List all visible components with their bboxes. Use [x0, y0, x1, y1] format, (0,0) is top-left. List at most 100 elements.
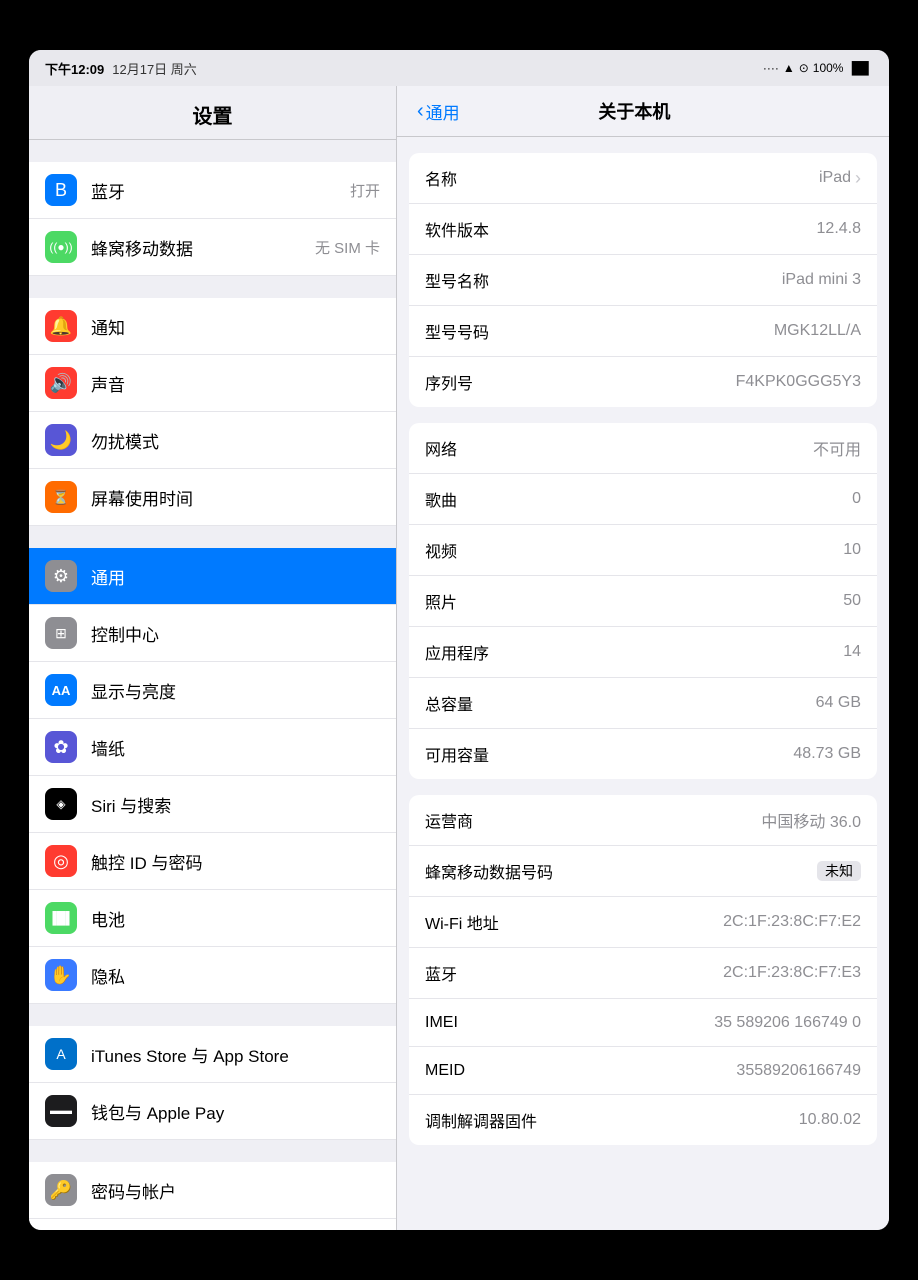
dnd-icon: 🌙 — [45, 424, 77, 456]
divider — [29, 1004, 396, 1026]
sidebar-item-dnd[interactable]: 🌙 勿扰模式 — [29, 412, 396, 469]
capacity-label: 总容量 — [425, 691, 473, 715]
apps-value: 14 — [843, 643, 861, 661]
sidebar-item-cellular[interactable]: ((●)) 蜂窝移动数据 无 SIM 卡 — [29, 219, 396, 276]
passwords-icon: 🔑 — [45, 1174, 77, 1206]
status-time: 下午12:09 — [45, 59, 104, 78]
modem-label: 调制解调器固件 — [425, 1108, 537, 1132]
back-button[interactable]: ‹ 通用 — [417, 99, 460, 124]
detail-section-storage: 网络 不可用 歌曲 0 视频 10 照片 50 应用程序 14 — [409, 423, 877, 779]
imei-label: IMEI — [425, 1014, 458, 1032]
detail-row-photos: 照片 50 — [409, 576, 877, 627]
detail-row-name: 名称 iPad — [409, 153, 877, 204]
bluetooth-address-value: 2C:1F:23:8C:F7:E3 — [723, 964, 861, 982]
sound-label: 声音 — [91, 371, 380, 396]
sidebar-item-itunes[interactable]: A iTunes Store 与 App Store — [29, 1026, 396, 1083]
capacity-value: 64 GB — [816, 694, 861, 712]
general-icon: ⚙ — [45, 560, 77, 592]
detail-row-apps: 应用程序 14 — [409, 627, 877, 678]
siri-label: Siri 与搜索 — [91, 792, 380, 817]
wallpaper-icon: ✿ — [45, 731, 77, 763]
status-date: 12月17日 周六 — [112, 59, 197, 78]
sidebar-item-notification[interactable]: 🔔 通知 — [29, 298, 396, 355]
sidebar-item-passwords[interactable]: 🔑 密码与帐户 — [29, 1162, 396, 1219]
display-icon: AA — [45, 674, 77, 706]
wallet-icon: ▬▬ — [45, 1095, 77, 1127]
wifi-address-value: 2C:1F:23:8C:F7:E2 — [723, 913, 861, 931]
songs-label: 歌曲 — [425, 487, 457, 511]
sidebar-item-privacy[interactable]: ✋ 隐私 — [29, 947, 396, 1004]
sidebar-item-battery[interactable]: ▐█▌ 电池 — [29, 890, 396, 947]
sidebar-item-wallet[interactable]: ▬▬ 钱包与 Apple Pay — [29, 1083, 396, 1140]
carrier-value: 中国移动 36.0 — [761, 808, 861, 832]
detail-row-model-name: 型号名称 iPad mini 3 — [409, 255, 877, 306]
sound-icon: 🔊 — [45, 367, 77, 399]
modem-value: 10.80.02 — [799, 1111, 861, 1129]
detail-row-wifi-address: Wi-Fi 地址 2C:1F:23:8C:F7:E2 — [409, 897, 877, 948]
wifi-address-label: Wi-Fi 地址 — [425, 910, 499, 934]
detail-panel: ‹ 通用 关于本机 名称 iPad 软件版本 12.4.8 型号名称 iPad … — [397, 86, 889, 1230]
unknown-badge: 未知 — [817, 861, 861, 881]
location-icon: ⊙ — [799, 61, 809, 75]
divider — [29, 276, 396, 298]
detail-section-network: 运营商 中国移动 36.0 蜂窝移动数据号码 未知 Wi-Fi 地址 2C:1F… — [409, 795, 877, 1145]
model-name-label: 型号名称 — [425, 268, 489, 292]
status-bar: 下午12:09 12月17日 周六 ···· ▲ ⊙ 100% ▐█▌ — [29, 50, 889, 86]
songs-value: 0 — [852, 490, 861, 508]
status-right: ···· ▲ ⊙ 100% ▐█▌ — [763, 61, 873, 75]
detail-row-network: 网络 不可用 — [409, 423, 877, 474]
sidebar-group-system: 🔔 通知 🔊 声音 🌙 勿扰模式 ⏳ 屏幕使用时间 — [29, 298, 396, 526]
battery-icon: ▐█▌ — [847, 61, 873, 75]
sidebar-item-screen-time[interactable]: ⏳ 屏幕使用时间 — [29, 469, 396, 526]
sidebar-item-display[interactable]: AA 显示与亮度 — [29, 662, 396, 719]
general-label: 通用 — [91, 564, 380, 589]
main-layout: 设置 B 蓝牙 打开 ((●)) 蜂窝移动数据 无 SIM 卡 🔔 — [29, 86, 889, 1230]
privacy-icon: ✋ — [45, 959, 77, 991]
screen-time-label: 屏幕使用时间 — [91, 485, 380, 510]
apps-label: 应用程序 — [425, 640, 489, 664]
sidebar-item-mail[interactable]: ✉ 邮件 — [29, 1219, 396, 1230]
model-number-label: 型号号码 — [425, 319, 489, 343]
detail-row-bluetooth-address: 蓝牙 2C:1F:23:8C:F7:E3 — [409, 948, 877, 999]
name-value[interactable]: iPad — [819, 168, 861, 189]
photos-value: 50 — [843, 592, 861, 610]
sidebar-group-connectivity: B 蓝牙 打开 ((●)) 蜂窝移动数据 无 SIM 卡 — [29, 162, 396, 276]
sidebar-item-bluetooth[interactable]: B 蓝牙 打开 — [29, 162, 396, 219]
notification-icon: 🔔 — [45, 310, 77, 342]
battery-icon: ▐█▌ — [45, 902, 77, 934]
network-label: 网络 — [425, 436, 457, 460]
bluetooth-value: 打开 — [350, 180, 380, 201]
itunes-label: iTunes Store 与 App Store — [91, 1042, 380, 1067]
sidebar-item-wallpaper[interactable]: ✿ 墙纸 — [29, 719, 396, 776]
back-label: 通用 — [426, 99, 460, 124]
sidebar-item-touchid[interactable]: ◎ 触控 ID 与密码 — [29, 833, 396, 890]
battery-percent: 100% — [813, 61, 844, 75]
sidebar-item-control-center[interactable]: ⊞ 控制中心 — [29, 605, 396, 662]
device-frame: 下午12:09 12月17日 周六 ···· ▲ ⊙ 100% ▐█▌ 设置 B… — [29, 50, 889, 1230]
detail-row-available: 可用容量 48.73 GB — [409, 729, 877, 779]
serial-value: F4KPK0GGG5Y3 — [736, 373, 861, 391]
available-label: 可用容量 — [425, 742, 489, 766]
detail-row-software: 软件版本 12.4.8 — [409, 204, 877, 255]
sidebar-item-general[interactable]: ⚙ 通用 — [29, 548, 396, 605]
software-value: 12.4.8 — [817, 220, 861, 238]
meid-label: MEID — [425, 1062, 465, 1080]
available-value: 48.73 GB — [793, 745, 861, 763]
bluetooth-label: 蓝牙 — [91, 178, 350, 203]
sidebar-item-sound[interactable]: 🔊 声音 — [29, 355, 396, 412]
wifi-icon: ▲ — [783, 61, 795, 75]
detail-row-videos: 视频 10 — [409, 525, 877, 576]
cellular-number-label: 蜂窝移动数据号码 — [425, 859, 553, 883]
imei-value: 35 589206 166749 0 — [714, 1014, 861, 1032]
detail-row-model-number: 型号号码 MGK12LL/A — [409, 306, 877, 357]
software-label: 软件版本 — [425, 217, 489, 241]
name-label: 名称 — [425, 166, 457, 190]
touchid-icon: ◎ — [45, 845, 77, 877]
sidebar-item-siri[interactable]: ◈ Siri 与搜索 — [29, 776, 396, 833]
cellular-label: 蜂窝移动数据 — [91, 235, 315, 260]
sidebar: 设置 B 蓝牙 打开 ((●)) 蜂窝移动数据 无 SIM 卡 🔔 — [29, 86, 397, 1230]
videos-label: 视频 — [425, 538, 457, 562]
detail-row-modem: 调制解调器固件 10.80.02 — [409, 1095, 877, 1145]
cellular-number-value: 未知 — [817, 861, 861, 881]
cellular-value: 无 SIM 卡 — [315, 237, 380, 258]
